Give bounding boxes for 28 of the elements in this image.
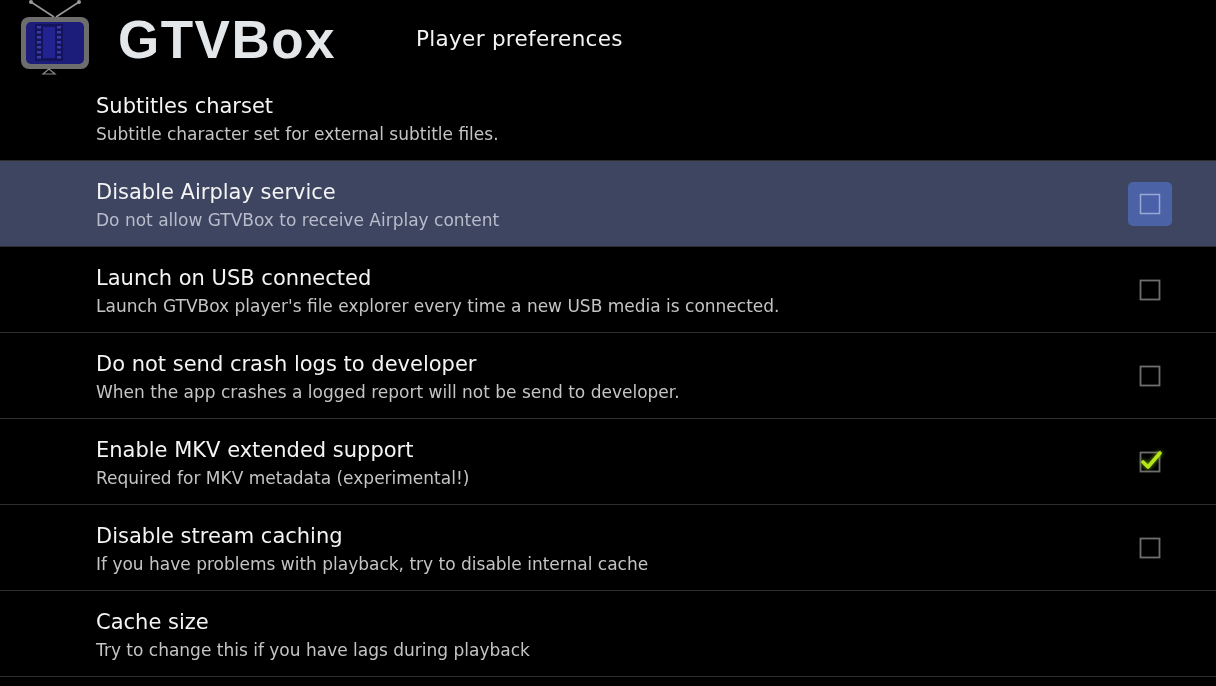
preference-summary: Do not allow GTVBox to receive Airplay content [96, 208, 500, 232]
checkbox[interactable] [1138, 277, 1162, 302]
checkbox[interactable] [1138, 449, 1162, 474]
preference-title: Disable Airplay service [96, 178, 336, 206]
checkbox[interactable] [1138, 535, 1162, 560]
preference-summary: If you have problems with playback, try to disable internal cache [96, 552, 649, 576]
preference-title: Launch on USB connected [96, 264, 372, 292]
checkbox[interactable] [1138, 363, 1162, 388]
preference-summary: Required for MKV metadata (experimental!) [96, 466, 470, 490]
preference-title: Enable MKV extended support [96, 436, 414, 464]
preference-summary: Subtitle character set for external subtitle files. [96, 122, 499, 146]
preference-row[interactable]: Cache size Try to change this if you have lags during playback [0, 591, 1216, 677]
preference-row[interactable]: Launch on USB connected Launch GTVBox player's file explorer every time a new USB media is connected. [0, 247, 1216, 333]
preference-row[interactable]: Enable MKV extended support Required for MKV metadata (experimental!) [0, 419, 1216, 505]
preference-summary: Launch GTVBox player's file explorer every time a new USB media is connected. [96, 294, 780, 318]
tv-logo-icon [19, 0, 91, 75]
app-logo-text: GTVBox [118, 13, 337, 66]
preference-summary: When the app crashes a logged report will not be send to developer. [96, 380, 680, 404]
preference-row[interactable]: Disable stream caching If you have problems with playback, try to disable internal cache [0, 505, 1216, 591]
preference-summary: Try to change this if you have lags during playback [96, 638, 530, 662]
screen-title: Player preferences [416, 26, 623, 51]
checkbox[interactable] [1138, 191, 1162, 216]
preference-title: Subtitles charset [96, 92, 274, 120]
preference-title: Cache size [96, 608, 209, 636]
preference-title: Do not send crash logs to developer [96, 350, 477, 378]
preference-row[interactable]: Do not send crash logs to developer When the app crashes a logged report will not be send to developer. [0, 333, 1216, 419]
preference-row[interactable]: Disable Airplay service Do not allow GTVBox to receive Airplay content [0, 161, 1216, 247]
preference-title: Disable stream caching [96, 522, 343, 550]
